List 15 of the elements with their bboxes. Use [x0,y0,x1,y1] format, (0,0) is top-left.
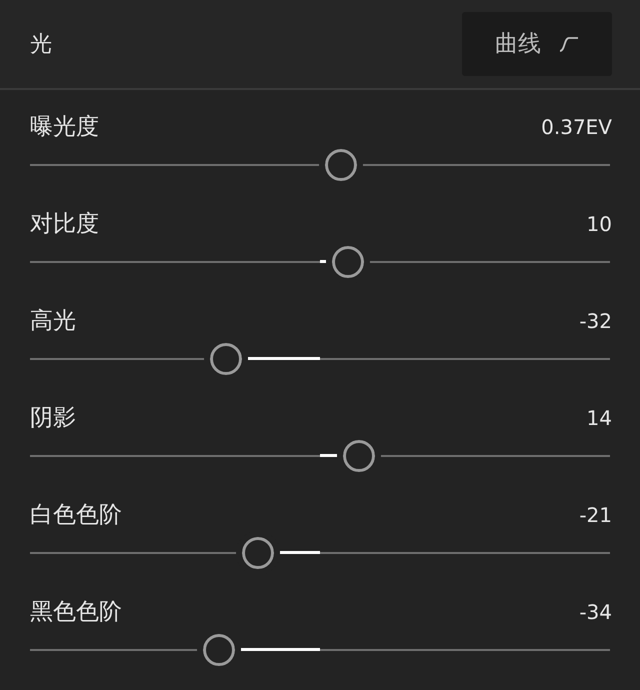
slider-label: 对比度 [30,210,99,239]
slider-value: -21 [579,502,612,529]
slider-label: 白色色阶 [30,500,122,530]
slider-value: 14 [586,405,612,432]
slider-value: 0.37EV [541,114,612,141]
slider-label: 黑色色阶 [30,598,122,627]
slider-value: 10 [586,211,612,238]
slider-label: 高光 [30,306,76,336]
curve-button[interactable]: 曲线 [462,12,612,76]
slider-label: 曝光度 [30,112,99,142]
curve-icon [559,35,579,53]
section-title: 光 [30,30,52,58]
slider-label: 阴影 [30,404,76,433]
slider-value: -32 [579,308,612,335]
slider-value: -34 [579,599,612,626]
